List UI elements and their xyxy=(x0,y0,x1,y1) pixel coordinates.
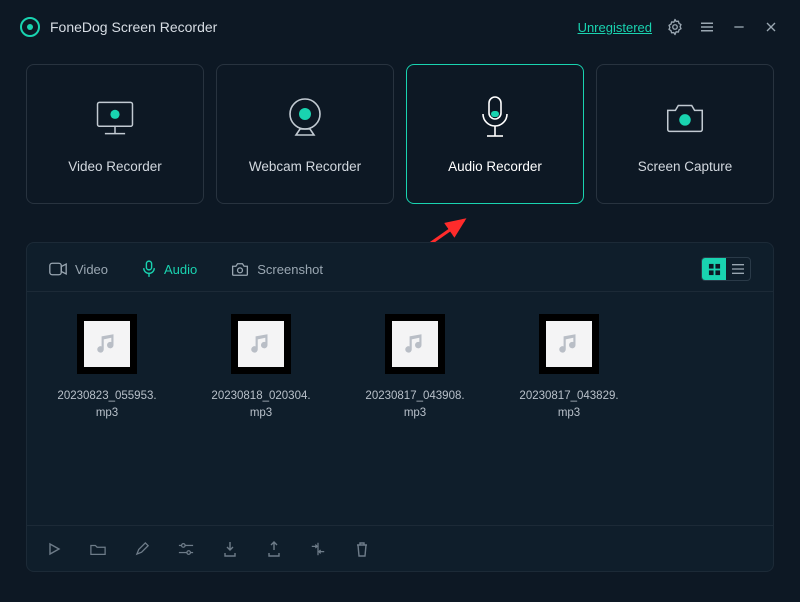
mode-label: Screen Capture xyxy=(638,159,733,174)
file-thumbnail xyxy=(385,314,445,374)
app-logo-icon xyxy=(20,17,40,37)
file-item[interactable]: 20230818_020304.mp3 xyxy=(209,314,313,421)
app-title: FoneDog Screen Recorder xyxy=(50,19,217,35)
view-toggle xyxy=(701,257,751,281)
tab-label: Audio xyxy=(164,262,197,277)
edit-button[interactable] xyxy=(133,540,151,558)
file-grid: 20230823_055953.mp3 20230818_020304.mp3 … xyxy=(27,292,773,443)
file-thumbnail xyxy=(231,314,291,374)
import-button[interactable] xyxy=(221,540,239,558)
unregistered-link[interactable]: Unregistered xyxy=(578,20,652,35)
sliders-button[interactable] xyxy=(177,540,195,558)
webcam-icon xyxy=(282,95,328,141)
library-tabs: Video Audio Screenshot xyxy=(27,243,773,292)
tab-audio[interactable]: Audio xyxy=(142,260,197,278)
library-panel: Video Audio Screenshot 20230823_055953.m… xyxy=(26,242,774,572)
export-button[interactable] xyxy=(265,540,283,558)
mode-audio-recorder[interactable]: Audio Recorder xyxy=(406,64,584,204)
music-note-icon xyxy=(402,331,428,357)
tab-screenshot[interactable]: Screenshot xyxy=(231,262,323,277)
music-note-icon xyxy=(94,331,120,357)
mode-label: Webcam Recorder xyxy=(249,159,361,174)
file-item[interactable]: 20230823_055953.mp3 xyxy=(55,314,159,421)
mode-label: Audio Recorder xyxy=(448,159,542,174)
file-name: 20230817_043829.mp3 xyxy=(517,388,621,421)
file-thumbnail xyxy=(77,314,137,374)
file-item[interactable]: 20230817_043908.mp3 xyxy=(363,314,467,421)
open-folder-button[interactable] xyxy=(89,540,107,558)
file-name: 20230817_043908.mp3 xyxy=(363,388,467,421)
tab-label: Screenshot xyxy=(257,262,323,277)
mode-screen-capture[interactable]: Screen Capture xyxy=(596,64,774,204)
mode-label: Video Recorder xyxy=(68,159,162,174)
convert-button[interactable] xyxy=(309,540,327,558)
music-note-icon xyxy=(556,331,582,357)
close-icon[interactable] xyxy=(762,18,780,36)
tab-video[interactable]: Video xyxy=(49,262,108,277)
mode-webcam-recorder[interactable]: Webcam Recorder xyxy=(216,64,394,204)
monitor-icon xyxy=(92,95,138,141)
minimize-icon[interactable] xyxy=(730,18,748,36)
camera-icon xyxy=(662,95,708,141)
mode-selector: Video Recorder Webcam Recorder Audio Rec… xyxy=(0,54,800,204)
music-note-icon xyxy=(248,331,274,357)
menu-icon[interactable] xyxy=(698,18,716,36)
settings-icon[interactable] xyxy=(666,18,684,36)
grid-view-button[interactable] xyxy=(702,258,726,280)
file-item[interactable]: 20230817_043829.mp3 xyxy=(517,314,621,421)
delete-button[interactable] xyxy=(353,540,371,558)
title-bar: FoneDog Screen Recorder Unregistered xyxy=(0,0,800,54)
mode-video-recorder[interactable]: Video Recorder xyxy=(26,64,204,204)
tab-label: Video xyxy=(75,262,108,277)
file-name: 20230823_055953.mp3 xyxy=(55,388,159,421)
list-view-button[interactable] xyxy=(726,258,750,280)
microphone-icon xyxy=(472,95,518,141)
library-toolbar xyxy=(27,525,773,571)
play-button[interactable] xyxy=(45,540,63,558)
file-name: 20230818_020304.mp3 xyxy=(209,388,313,421)
file-thumbnail xyxy=(539,314,599,374)
